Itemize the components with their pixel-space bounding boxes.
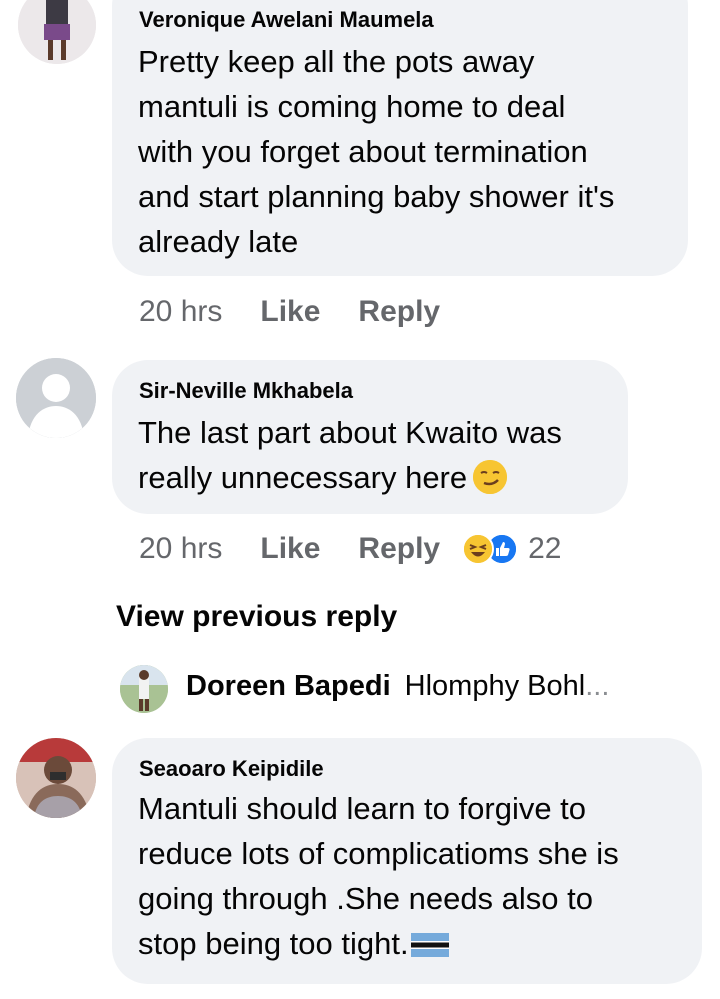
avatar-seaoaro[interactable] (16, 738, 96, 818)
reply-preview[interactable]: Doreen Bapedi Hlomphy Bohl... (186, 670, 609, 703)
avatar-veronique[interactable] (18, 0, 96, 64)
smirking-face-icon (473, 460, 508, 494)
comment-bubble: Veronique Awelani Maumela Pretty keep al… (112, 0, 688, 276)
view-previous-reply-link[interactable]: View previous reply (116, 600, 397, 634)
comment-timestamp[interactable]: 20 hrs (139, 295, 222, 329)
comment-timestamp[interactable]: 20 hrs (139, 532, 222, 566)
reply-text: Hlomphy Bohl (404, 670, 586, 702)
comment-text: Mantuli should learn to forgive to reduc… (138, 786, 698, 966)
reaction-count: 22 (528, 532, 562, 565)
reaction-summary[interactable]: 22 (462, 532, 562, 566)
comment-actions: 20 hrs Like Reply (139, 292, 478, 332)
like-button[interactable]: Like (260, 295, 320, 329)
avatar-default-profile[interactable] (16, 358, 96, 438)
comment-author[interactable]: Seaoaro Keipidile (139, 756, 324, 782)
reply-button[interactable]: Reply (358, 295, 440, 329)
haha-icon (462, 533, 495, 565)
comment-text: The last part about Kwaito was really un… (138, 410, 618, 500)
default-profile-icon (16, 358, 96, 438)
like-button[interactable]: Like (260, 532, 320, 566)
botswana-flag-icon (410, 924, 449, 957)
comment-text-content: Mantuli should learn to forgive to reduc… (138, 791, 619, 961)
comment-author[interactable]: Veronique Awelani Maumela (139, 7, 434, 33)
reply-author[interactable]: Doreen Bapedi (186, 670, 391, 702)
comment-bubble: Seaoaro Keipidile Mantuli should learn t… (112, 738, 702, 984)
comment-author[interactable]: Sir-Neville Mkhabela (139, 378, 353, 404)
reply-button[interactable]: Reply (358, 532, 440, 566)
avatar-doreen[interactable] (120, 665, 168, 713)
comment-actions: 20 hrs Like Reply 22 (139, 529, 562, 569)
reply-ellipsis: ... (585, 670, 610, 702)
comment-bubble: Sir-Neville Mkhabela The last part about… (112, 360, 628, 514)
comment-text: Pretty keep all the pots away mantuli is… (138, 44, 615, 259)
